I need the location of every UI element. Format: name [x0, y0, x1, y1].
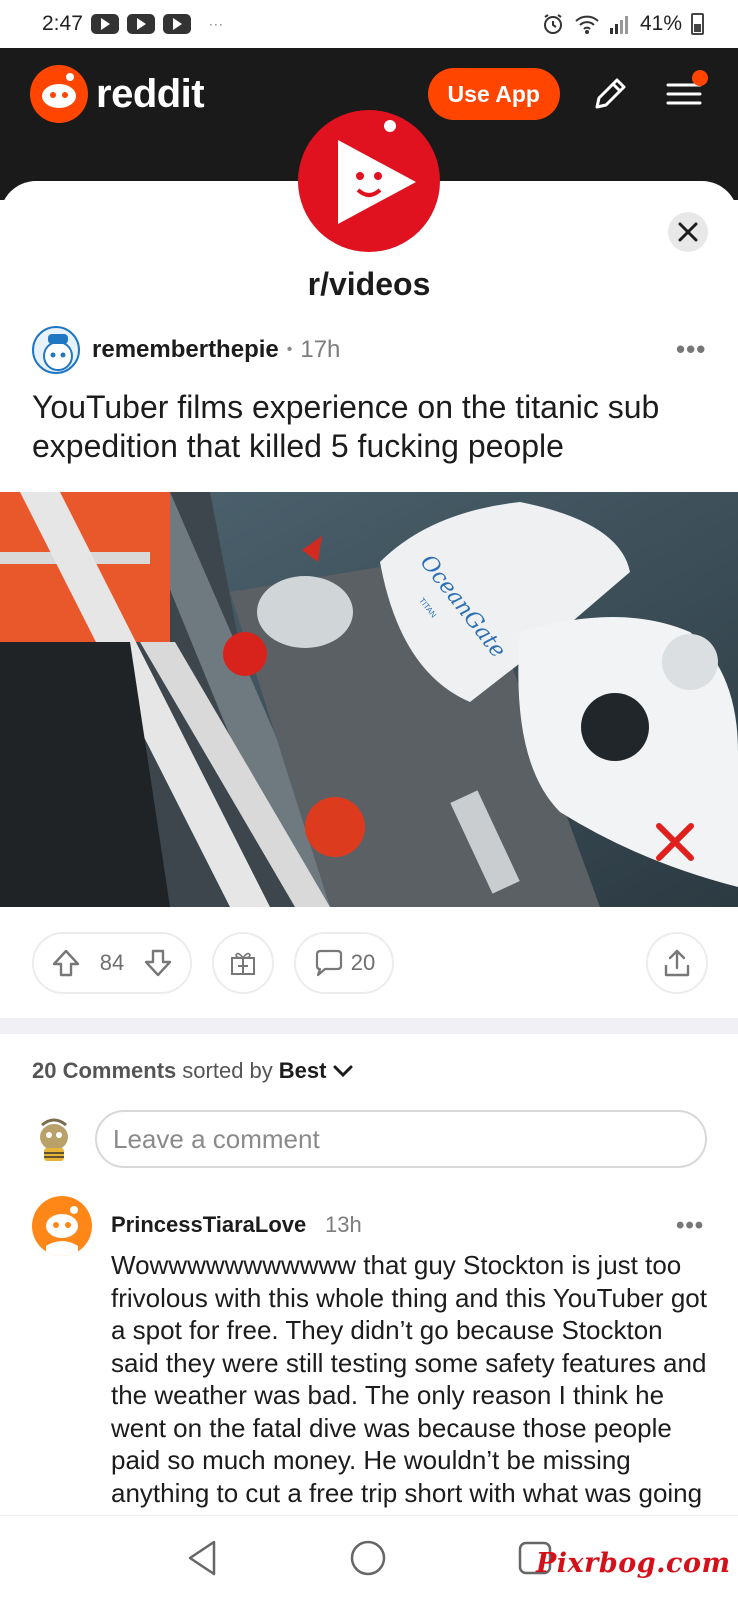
post-author[interactable]: rememberthepie — [92, 336, 279, 364]
current-user-avatar[interactable] — [34, 1115, 74, 1163]
comment-author[interactable]: PrincessTiaraLove — [111, 1212, 306, 1238]
post-more-button[interactable]: ••• — [676, 334, 706, 365]
watermark: Pixrbog.com — [536, 1548, 731, 1579]
comment-count: 20 — [350, 950, 376, 975]
award-button[interactable] — [212, 932, 274, 994]
comments-sort[interactable]: 20 Comments sorted by Best — [32, 1058, 354, 1084]
award-icon — [231, 952, 255, 975]
close-icon — [678, 222, 698, 242]
section-divider — [0, 1018, 738, 1034]
menu-button[interactable] — [660, 70, 708, 118]
post-meta: rememberthepie • 17h — [32, 326, 340, 374]
post-video[interactable]: OceanGate TITAN — [0, 492, 738, 907]
comment-body: Wowwwwwwwwwww that guy Stockton is just … — [111, 1250, 707, 1514]
notification-dot — [692, 70, 708, 86]
signal-icon — [609, 16, 628, 34]
youtube-icon — [162, 14, 191, 34]
play-icon — [338, 120, 416, 224]
status-time: 2:47 — [42, 12, 83, 35]
author-avatar[interactable] — [32, 326, 80, 374]
share-button[interactable] — [646, 932, 708, 994]
reddit-logo-icon[interactable] — [30, 65, 88, 123]
chevron-down-icon — [333, 1065, 353, 1078]
vote-control: 84 — [32, 932, 192, 994]
wifi-icon — [575, 15, 599, 34]
home-icon[interactable] — [348, 1538, 388, 1578]
pencil-icon — [595, 78, 626, 109]
upvote-icon[interactable] — [50, 947, 82, 979]
red-x-icon — [656, 823, 694, 861]
subreddit-name[interactable]: r/videos — [0, 266, 738, 303]
create-post-button[interactable] — [586, 70, 634, 118]
meta-separator: • — [286, 341, 293, 358]
youtube-icon — [126, 14, 155, 34]
post-age: 17h — [300, 336, 341, 363]
more-notifications: ··· — [208, 17, 224, 31]
status-bar: 2:47 ··· 41% — [0, 0, 738, 48]
more-icon: ••• — [676, 334, 707, 364]
downvote-icon[interactable] — [142, 947, 174, 979]
battery-percent: 41% — [639, 12, 682, 35]
battery-icon — [691, 13, 704, 35]
comment-more-button[interactable]: ••• — [676, 1212, 704, 1240]
reddit-wordmark[interactable]: reddit — [96, 72, 205, 117]
post-actions: 84 20 — [32, 932, 708, 994]
comments-count-label: 20 Comments — [32, 1058, 177, 1083]
video-thumbnail: OceanGate TITAN — [0, 492, 738, 907]
back-icon[interactable] — [184, 1538, 220, 1578]
youtube-icon — [90, 14, 119, 34]
alarm-icon — [543, 14, 562, 34]
close-button[interactable] — [668, 212, 708, 252]
use-app-button[interactable]: Use App — [427, 68, 560, 120]
comment-icon — [315, 949, 342, 977]
post-title[interactable]: YouTuber films experience on the titanic… — [32, 388, 712, 466]
subreddit-icon[interactable] — [298, 110, 440, 252]
comments-button[interactable]: 20 — [294, 932, 394, 994]
comment-input[interactable] — [95, 1110, 707, 1168]
share-icon — [664, 949, 690, 977]
sorted-by-label: sorted by — [182, 1058, 273, 1083]
sort-value: Best — [278, 1058, 327, 1083]
commenter-avatar[interactable] — [32, 1196, 92, 1256]
post-score: 84 — [99, 950, 125, 975]
comment-age: 13h — [325, 1212, 362, 1237]
